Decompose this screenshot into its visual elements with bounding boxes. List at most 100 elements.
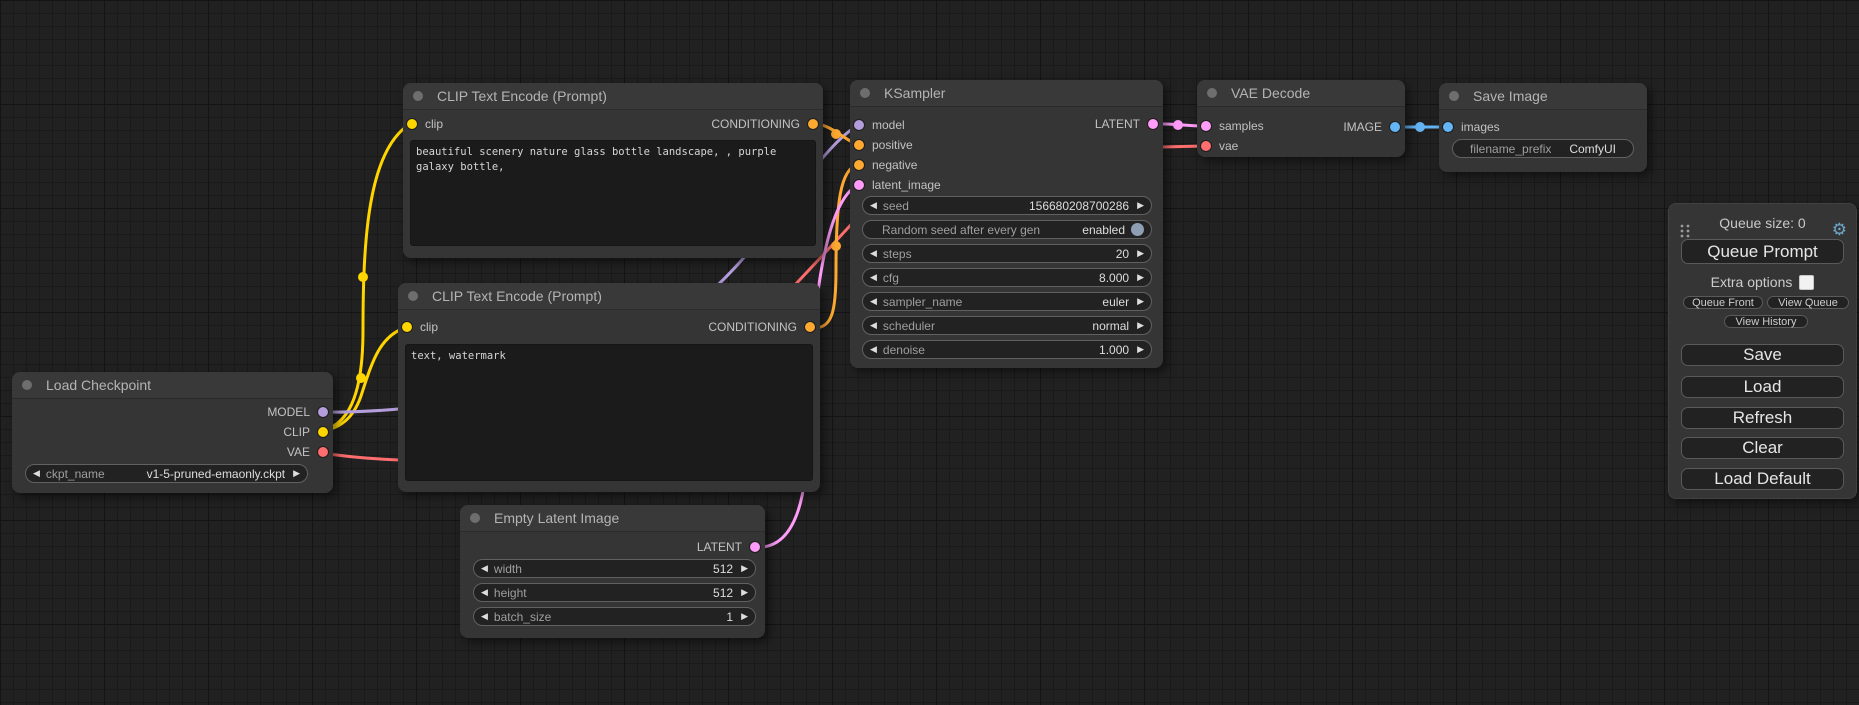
gear-icon[interactable]: ⚙ [1832,221,1847,238]
node-title-bar[interactable]: Save Image [1439,83,1647,110]
node-graph-canvas[interactable]: Load Checkpoint MODEL CLIP VAE ◀ ckpt_na… [0,0,1859,705]
random-seed-toggle-widget[interactable]: Random seed after every gen enabled [862,220,1152,239]
output-port-image[interactable]: IMAGE [1343,119,1400,135]
increment-arrow-icon[interactable]: ▶ [1137,196,1144,215]
filename-prefix-widget[interactable]: filename_prefix ComfyUI [1452,139,1634,158]
clear-button[interactable]: Clear [1681,437,1844,459]
image-port-icon[interactable] [1443,122,1453,132]
seed-widget[interactable]: ◀ seed 156680208700286 ▶ [862,196,1152,215]
node-vae-decode[interactable]: VAE Decode samples vae IMAGE [1197,80,1405,157]
input-port-negative[interactable]: negative [854,157,917,173]
node-title-bar[interactable]: KSampler [850,80,1163,107]
conditioning-port-icon[interactable] [805,322,815,332]
node-load-checkpoint[interactable]: Load Checkpoint MODEL CLIP VAE ◀ ckpt_na… [12,372,333,493]
input-port-positive[interactable]: positive [854,137,913,153]
vae-port-icon[interactable] [318,447,328,457]
queue-prompt-button[interactable]: Queue Prompt [1681,239,1844,264]
drag-handle-icon[interactable] [1679,223,1691,239]
collapse-dot-icon[interactable] [408,291,418,301]
output-port-vae[interactable]: VAE [287,444,328,460]
image-port-icon[interactable] [1390,122,1400,132]
increment-arrow-icon[interactable]: ▶ [1137,316,1144,335]
widget-value[interactable]: 512 [713,586,733,600]
toggle-enabled-icon[interactable] [1131,223,1144,236]
positive-prompt-textarea[interactable]: beautiful scenery nature glass bottle la… [410,140,816,246]
widget-value[interactable]: 8.000 [1099,271,1129,285]
node-title-bar[interactable]: CLIP Text Encode (Prompt) [398,283,820,310]
increment-arrow-icon[interactable]: ▶ [741,583,748,602]
collapse-dot-icon[interactable] [22,380,32,390]
increment-arrow-icon[interactable]: ▶ [1137,292,1144,311]
output-port-latent[interactable]: LATENT [1095,116,1158,132]
input-port-samples[interactable]: samples [1201,118,1264,134]
view-history-button[interactable]: View History [1724,315,1808,328]
batch-size-widget[interactable]: ◀ batch_size 1 ▶ [473,607,756,626]
decrement-arrow-icon[interactable]: ◀ [481,607,488,626]
denoise-widget[interactable]: ◀ denoise 1.000 ▶ [862,340,1152,359]
widget-value[interactable]: 20 [1116,247,1129,261]
refresh-button[interactable]: Refresh [1681,407,1844,429]
view-queue-button[interactable]: View Queue [1767,296,1849,309]
output-port-clip[interactable]: CLIP [283,424,328,440]
clip-port-icon[interactable] [402,322,412,332]
ckpt-name-widget[interactable]: ◀ ckpt_name v1-5-pruned-emaonly.ckpt ▶ [25,464,308,483]
steps-widget[interactable]: ◀ steps 20 ▶ [862,244,1152,263]
decrement-arrow-icon[interactable]: ◀ [870,316,877,335]
collapse-dot-icon[interactable] [470,513,480,523]
collapse-dot-icon[interactable] [1207,88,1217,98]
decrement-arrow-icon[interactable]: ◀ [870,292,877,311]
node-clip-text-encode-positive[interactable]: CLIP Text Encode (Prompt) clip CONDITION… [403,83,823,258]
collapse-dot-icon[interactable] [413,91,423,101]
node-title-bar[interactable]: Empty Latent Image [460,505,765,532]
input-port-images[interactable]: images [1443,119,1500,135]
widget-value[interactable]: 512 [713,562,733,576]
latent-port-icon[interactable] [750,542,760,552]
input-port-vae[interactable]: vae [1201,138,1238,154]
extra-options-checkbox[interactable] [1799,275,1814,290]
conditioning-port-icon[interactable] [808,119,818,129]
save-button[interactable]: Save [1681,344,1844,366]
node-clip-text-encode-negative[interactable]: CLIP Text Encode (Prompt) clip CONDITION… [398,283,820,492]
widget-value[interactable]: euler [1102,295,1129,309]
clip-port-icon[interactable] [318,427,328,437]
node-title-bar[interactable]: VAE Decode [1197,80,1405,107]
widget-value[interactable]: v1-5-pruned-emaonly.ckpt [147,467,286,481]
decrement-arrow-icon[interactable]: ◀ [33,464,40,483]
negative-prompt-textarea[interactable]: text, watermark [405,344,813,481]
conditioning-port-icon[interactable] [854,140,864,150]
collapse-dot-icon[interactable] [860,88,870,98]
increment-arrow-icon[interactable]: ▶ [741,559,748,578]
load-button[interactable]: Load [1681,376,1844,398]
node-empty-latent-image[interactable]: Empty Latent Image LATENT ◀ width 512 ▶ … [460,505,765,638]
node-ksampler[interactable]: KSampler model positive negative latent_… [850,80,1163,368]
increment-arrow-icon[interactable]: ▶ [1137,340,1144,359]
conditioning-port-icon[interactable] [854,160,864,170]
decrement-arrow-icon[interactable]: ◀ [870,268,877,287]
latent-port-icon[interactable] [1148,119,1158,129]
decrement-arrow-icon[interactable]: ◀ [481,583,488,602]
input-port-clip[interactable]: clip [407,116,443,132]
input-port-latent-image[interactable]: latent_image [854,177,941,193]
increment-arrow-icon[interactable]: ▶ [741,607,748,626]
scheduler-widget[interactable]: ◀ scheduler normal ▶ [862,316,1152,335]
clip-port-icon[interactable] [407,119,417,129]
increment-arrow-icon[interactable]: ▶ [293,464,300,483]
decrement-arrow-icon[interactable]: ◀ [870,196,877,215]
widget-value[interactable]: 1 [726,610,733,624]
node-title-bar[interactable]: CLIP Text Encode (Prompt) [403,83,823,110]
widget-value[interactable]: ComfyUI [1569,142,1616,156]
queue-front-button[interactable]: Queue Front [1683,296,1763,309]
node-title-bar[interactable]: Load Checkpoint [12,372,333,399]
latent-port-icon[interactable] [854,180,864,190]
cfg-widget[interactable]: ◀ cfg 8.000 ▶ [862,268,1152,287]
output-port-conditioning[interactable]: CONDITIONING [708,319,815,335]
input-port-model[interactable]: model [854,117,905,133]
width-widget[interactable]: ◀ width 512 ▶ [473,559,756,578]
latent-port-icon[interactable] [1201,121,1211,131]
decrement-arrow-icon[interactable]: ◀ [870,340,877,359]
increment-arrow-icon[interactable]: ▶ [1137,268,1144,287]
decrement-arrow-icon[interactable]: ◀ [870,244,877,263]
output-port-model[interactable]: MODEL [267,404,328,420]
widget-value[interactable]: 1.000 [1099,343,1129,357]
input-port-clip[interactable]: clip [402,319,438,335]
